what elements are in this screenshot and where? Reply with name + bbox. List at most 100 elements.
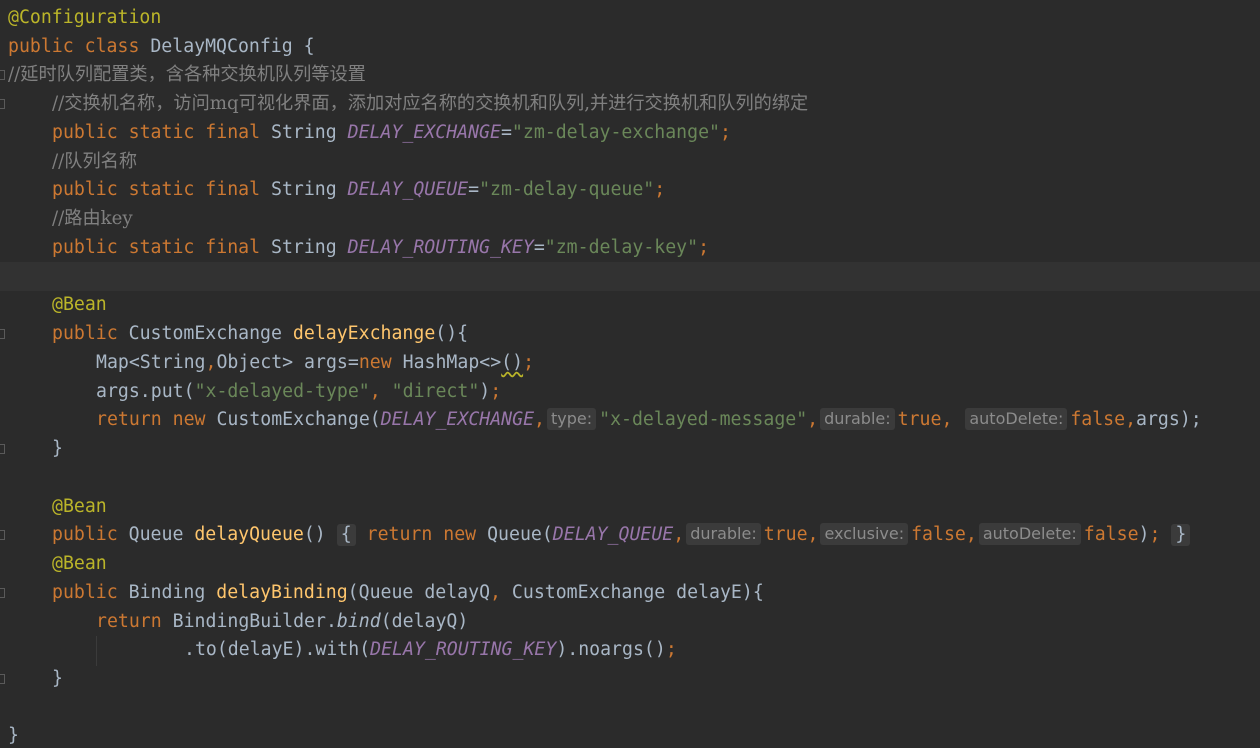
fold-marker-icon[interactable] bbox=[0, 674, 5, 684]
code-line-6[interactable]: //队列名称 bbox=[0, 148, 1260, 177]
warning-squiggle[interactable]: () bbox=[501, 352, 523, 373]
keyword: public bbox=[8, 36, 74, 57]
code-text: (delayQ) bbox=[380, 611, 469, 632]
constant: DELAY_QUEUE bbox=[552, 524, 674, 545]
comma: , bbox=[965, 524, 977, 545]
code-text: (Queue delayQ bbox=[347, 582, 491, 603]
code-line-21[interactable]: public Binding delayBinding(Queue delayQ… bbox=[0, 579, 1260, 608]
constant: DELAY_EXCHANGE bbox=[347, 122, 501, 143]
type-name: Binding bbox=[128, 582, 206, 603]
code-line-24[interactable]: } bbox=[0, 665, 1260, 694]
code-editor[interactable]: @Configuration public class DelayMQConfi… bbox=[0, 0, 1260, 748]
type-name: String bbox=[271, 179, 337, 200]
code-line-2[interactable]: public class DelayMQConfig { bbox=[0, 33, 1260, 62]
string-literal: "zm-delay-exchange" bbox=[511, 122, 720, 143]
code-line-23[interactable]: .to(delayE).with(DELAY_ROUTING_KEY).noar… bbox=[0, 636, 1260, 665]
code-line-13[interactable]: Map<String,Object> args=new HashMap<>(); bbox=[0, 349, 1260, 378]
code-line-7[interactable]: public static final String DELAY_QUEUE="… bbox=[0, 176, 1260, 205]
annotation: @Bean bbox=[52, 496, 107, 517]
fold-marker-icon[interactable] bbox=[0, 99, 5, 109]
code-text: () bbox=[303, 524, 326, 545]
code-line-26[interactable]: } bbox=[0, 722, 1260, 748]
keyword: new bbox=[443, 524, 477, 545]
code-text: CustomExchange( bbox=[216, 409, 381, 430]
fold-marker-icon[interactable] bbox=[0, 530, 5, 540]
constant: DELAY_EXCHANGE bbox=[380, 409, 535, 430]
code-text: HashMap<> bbox=[391, 352, 502, 373]
string-literal: "x-delayed-type" bbox=[194, 381, 370, 402]
code-line-15[interactable]: return new CustomExchange(DELAY_EXCHANGE… bbox=[0, 406, 1260, 435]
method-name: delayBinding bbox=[216, 582, 348, 603]
semicolon: ; bbox=[523, 352, 535, 373]
code-line-19[interactable]: public Queue delayQueue() { return new Q… bbox=[0, 521, 1260, 550]
comma: , bbox=[807, 409, 819, 430]
fold-marker-icon[interactable] bbox=[0, 588, 5, 598]
type-name: String bbox=[271, 122, 337, 143]
code-text: Map<String bbox=[96, 352, 206, 373]
type-name: String bbox=[271, 237, 337, 258]
code-text: args); bbox=[1136, 409, 1202, 430]
constant: DELAY_ROUTING_KEY bbox=[347, 237, 534, 258]
folded-region-start[interactable]: { bbox=[336, 524, 356, 546]
comment: //交换机名称，访问mq可视化界面，添加对应名称的交换机和队列,并进行交换机和队… bbox=[52, 93, 809, 114]
boolean-literal: false bbox=[911, 524, 966, 545]
type-name: CustomExchange bbox=[128, 323, 282, 344]
comma: , bbox=[941, 409, 953, 430]
brace: { bbox=[292, 36, 315, 57]
keyword: public bbox=[52, 323, 118, 344]
semicolon: ; bbox=[719, 122, 731, 143]
code-line-1[interactable]: @Configuration bbox=[0, 4, 1260, 33]
code-line-14[interactable]: args.put("x-delayed-type", "direct"); bbox=[0, 378, 1260, 407]
semicolon: ; bbox=[490, 381, 502, 402]
code-line-12[interactable]: public CustomExchange delayExchange(){ bbox=[0, 320, 1260, 349]
keyword: new bbox=[358, 352, 392, 373]
keyword: new bbox=[172, 409, 206, 430]
keyword: class bbox=[84, 36, 140, 57]
fold-marker-icon[interactable] bbox=[0, 444, 5, 454]
fold-marker-icon[interactable] bbox=[0, 70, 5, 80]
code-line-9[interactable]: public static final String DELAY_ROUTING… bbox=[0, 234, 1260, 263]
code-text: Object> args= bbox=[216, 352, 359, 373]
brace: } bbox=[52, 438, 63, 459]
comma: , bbox=[534, 409, 545, 430]
type-name: Queue bbox=[128, 524, 184, 545]
parameter-hint: type: bbox=[546, 408, 597, 430]
constant: DELAY_ROUTING_KEY bbox=[370, 639, 557, 660]
operator: = bbox=[533, 237, 545, 258]
fold-marker-icon[interactable] bbox=[0, 329, 5, 339]
parameter-hint: durable: bbox=[820, 408, 895, 430]
current-line-highlight[interactable] bbox=[0, 262, 1260, 291]
parameter-hint: durable: bbox=[686, 523, 761, 545]
annotation: @Bean bbox=[52, 294, 107, 315]
string-literal: "zm-delay-key" bbox=[544, 237, 699, 258]
code-text: ) bbox=[1138, 524, 1150, 545]
comment: //延时队列配置类，含各种交换机队列等设置 bbox=[8, 64, 366, 85]
annotation: @Configuration bbox=[8, 7, 162, 28]
code-line-8[interactable]: //路由key bbox=[0, 205, 1260, 234]
folded-region-end[interactable]: } bbox=[1171, 524, 1191, 546]
modifiers: public static final bbox=[52, 179, 261, 200]
string-literal: "zm-delay-queue" bbox=[479, 179, 655, 200]
comma: , bbox=[205, 352, 217, 373]
semicolon: ; bbox=[698, 237, 710, 258]
modifiers: public static final bbox=[52, 122, 261, 143]
modifiers: public static final bbox=[52, 237, 261, 258]
comma: , bbox=[673, 524, 685, 545]
parameter-hint: autoDelete: bbox=[978, 523, 1081, 545]
code-line-16[interactable]: } bbox=[0, 435, 1260, 464]
code-line-20[interactable]: @Bean bbox=[0, 550, 1260, 579]
code-line-5[interactable]: public static final String DELAY_EXCHANG… bbox=[0, 119, 1260, 148]
code-line-11[interactable]: @Bean bbox=[0, 291, 1260, 320]
string-literal: "x-delayed-message" bbox=[599, 409, 808, 430]
annotation: @Bean bbox=[52, 553, 107, 574]
code-line-3[interactable]: //延时队列配置类，含各种交换机队列等设置 bbox=[0, 61, 1260, 90]
semicolon: ; bbox=[654, 179, 666, 200]
keyword: return bbox=[366, 524, 433, 545]
comma: , bbox=[1125, 409, 1137, 430]
code-text: ).noargs() bbox=[556, 639, 666, 660]
code-line-22[interactable]: return BindingBuilder.bind(delayQ) bbox=[0, 608, 1260, 637]
code-line-4[interactable]: //交换机名称，访问mq可视化界面，添加对应名称的交换机和队列,并进行交换机和队… bbox=[0, 90, 1260, 119]
code-line-18[interactable]: @Bean bbox=[0, 493, 1260, 522]
comma: , bbox=[490, 582, 501, 603]
static-method-call: bind bbox=[336, 611, 381, 632]
